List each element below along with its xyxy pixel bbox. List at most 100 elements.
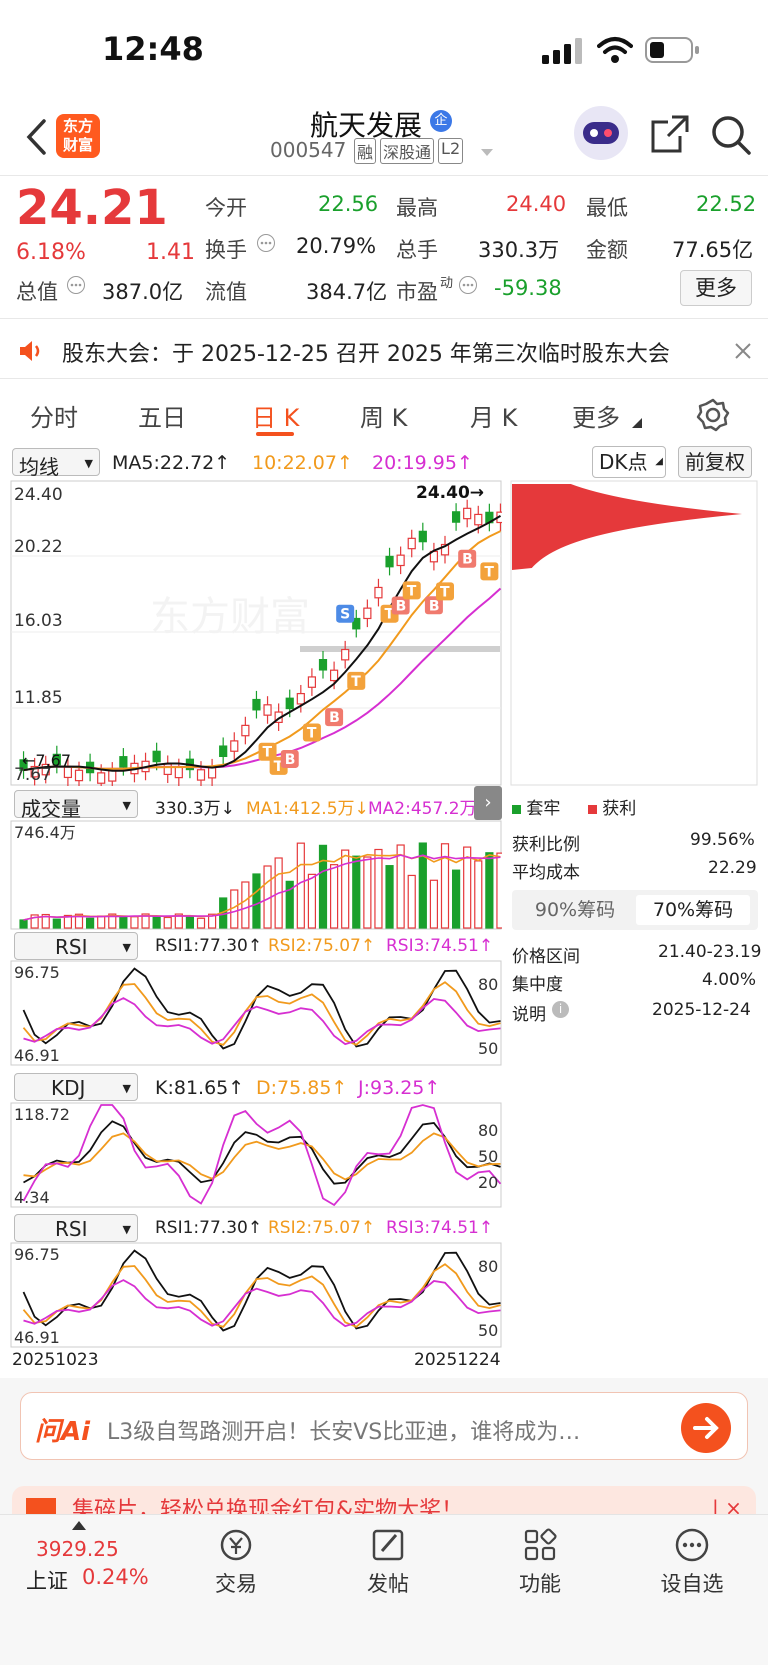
signal-marker-letter: B (462, 552, 473, 568)
indicator-select[interactable]: 均线 ▼ (12, 448, 100, 479)
back-icon[interactable] (24, 118, 48, 156)
enterprise-badge: 企 (430, 110, 452, 132)
battery-icon (645, 37, 699, 63)
low-marker: ←7.67 (22, 751, 71, 770)
info-dots-icon[interactable] (66, 275, 86, 295)
candle-body (174, 766, 183, 779)
tab-70-chips[interactable]: 70%筹码 (636, 895, 750, 925)
pe-label: 市盈 (396, 280, 438, 304)
nav-trade[interactable]: 交易 (176, 1527, 296, 1598)
candle-body (296, 692, 305, 705)
volume-bar (196, 917, 206, 929)
tab-monthly-k[interactable]: 月 K (470, 398, 517, 433)
tab-intraday[interactable]: 分时 (30, 398, 78, 433)
dropdown-icon[interactable] (480, 148, 494, 158)
candle-body (318, 659, 328, 671)
search-icon[interactable] (710, 114, 752, 156)
ai-prompt: L3级自驾路测开启！长安VS比亚迪，谁将成为… (107, 1420, 581, 1445)
vol-legend: 330.3万↓ (155, 799, 235, 819)
candle-body (196, 769, 206, 781)
concentration-value: 4.00% (702, 970, 757, 990)
nav-functions[interactable]: 功能 (480, 1527, 600, 1598)
y-label-3: 16.03 (14, 611, 63, 631)
tab-daily-k[interactable]: 日 K (252, 398, 299, 433)
candle-body (207, 766, 217, 779)
vol-ymax: 746.4万 (14, 823, 76, 842)
promo-banner[interactable]: 集碎片，轻松兑换现金红包&实物大奖！ | × (12, 1486, 756, 1514)
rsi-50: 50 (478, 1039, 498, 1058)
rsi-select-2[interactable]: RSI ▼ (14, 1214, 138, 1242)
rsi2-ymin: 46.91 (14, 1328, 60, 1347)
rsi2-ymax: 96.75 (14, 1245, 60, 1264)
candle-body (374, 586, 383, 599)
tag-connect: 深股通 (380, 138, 435, 164)
volume-bar (429, 879, 439, 929)
candle-body (407, 537, 416, 550)
more-dots-icon (675, 1528, 709, 1562)
ai-go-button[interactable] (681, 1403, 731, 1453)
close-icon[interactable] (734, 342, 752, 360)
tab-90-chips[interactable]: 90%筹码 (520, 895, 630, 925)
candle-body (219, 745, 228, 758)
notice-text[interactable]: 股东大会：于 2025-12-25 召开 2025 年第三次临时股东大会 (62, 336, 670, 368)
volume-bar (318, 844, 328, 929)
volume-bar (19, 919, 28, 929)
promo-icon (26, 1498, 56, 1514)
signal-icon (542, 38, 582, 64)
amount-label: 金额 (586, 238, 628, 262)
kdj-select[interactable]: KDJ ▼ (14, 1073, 138, 1101)
app-logo[interactable]: 东方 财富 (56, 114, 100, 158)
nav-post[interactable]: 发帖 (328, 1527, 448, 1598)
profit-ratio-value: 99.56% (690, 830, 755, 850)
adjust-button[interactable]: 前复权 (678, 446, 752, 478)
candle-body (385, 555, 394, 568)
caret-up-icon (72, 1521, 86, 1530)
kdj-chart: 118.72 4.34 80 50 20 (10, 1102, 502, 1208)
ma20-legend: 20:19.95↑ (372, 452, 473, 474)
nav-watchlist[interactable]: 设自选 (632, 1527, 752, 1598)
index-name[interactable]: 上证 (26, 1565, 68, 1595)
robot-avatar[interactable] (574, 106, 628, 160)
expand-arrow-icon[interactable]: › (474, 786, 502, 820)
stock-code: 000547 (270, 138, 347, 162)
volume-select[interactable]: 成交量 ▼ (14, 790, 138, 821)
volume-bar (241, 881, 250, 929)
volume-bar (463, 846, 472, 929)
rsi2-legend-2: RSI2:75.07↑ (268, 1218, 376, 1238)
tab-more[interactable]: 更多 (572, 398, 620, 433)
rsi-select[interactable]: RSI ▼ (14, 932, 138, 960)
rsi-chart: 96.75 46.91 80 50 (10, 960, 502, 1066)
gear-icon[interactable] (696, 398, 730, 432)
volume-bar (407, 874, 416, 929)
tab-five-day[interactable]: 五日 (138, 398, 186, 433)
promo-close-icon[interactable]: | × (712, 1496, 742, 1514)
info-icon[interactable]: i (552, 1001, 569, 1018)
rsi-80: 80 (478, 975, 498, 994)
more-quote-button[interactable]: 更多 (680, 270, 752, 306)
tab-weekly-k[interactable]: 周 K (360, 398, 407, 433)
rsi2-80: 80 (478, 1257, 498, 1276)
info-dots-icon[interactable] (458, 275, 478, 295)
share-icon[interactable] (650, 114, 690, 154)
signal-marker-letter: S (340, 607, 350, 623)
low-value: 22.52 (696, 192, 757, 216)
candle-body (451, 511, 461, 523)
float-label: 流值 (205, 280, 247, 304)
arrow-right-icon (693, 1417, 719, 1439)
info-dots-icon[interactable] (256, 233, 276, 253)
turnover-value: 20.79% (296, 234, 377, 258)
kdj-50: 50 (478, 1147, 498, 1166)
kdj-j-legend: J:93.25↑ (358, 1077, 441, 1099)
ai-search-bar[interactable]: 问Ai L3级自驾路测开启！长安VS比亚迪，谁将成为… (20, 1392, 748, 1460)
volume-bar (307, 873, 317, 929)
candle-body (252, 698, 261, 711)
candle-body (230, 740, 239, 752)
index-value[interactable]: 3929.25 (36, 1537, 119, 1561)
dk-point-button[interactable]: DK点 ◢ (592, 446, 666, 478)
date-start: 20251023 (12, 1350, 99, 1370)
kdj-d-legend: D:75.85↑ (256, 1077, 348, 1099)
volume-bar (185, 915, 195, 929)
index-pct[interactable]: 0.24% (82, 1565, 149, 1589)
volume-bar (474, 860, 483, 929)
kline-chart[interactable]: 东方财富 BTTBTBTSTBTBTBT 24.40 20.22 16.03 1… (10, 480, 502, 786)
